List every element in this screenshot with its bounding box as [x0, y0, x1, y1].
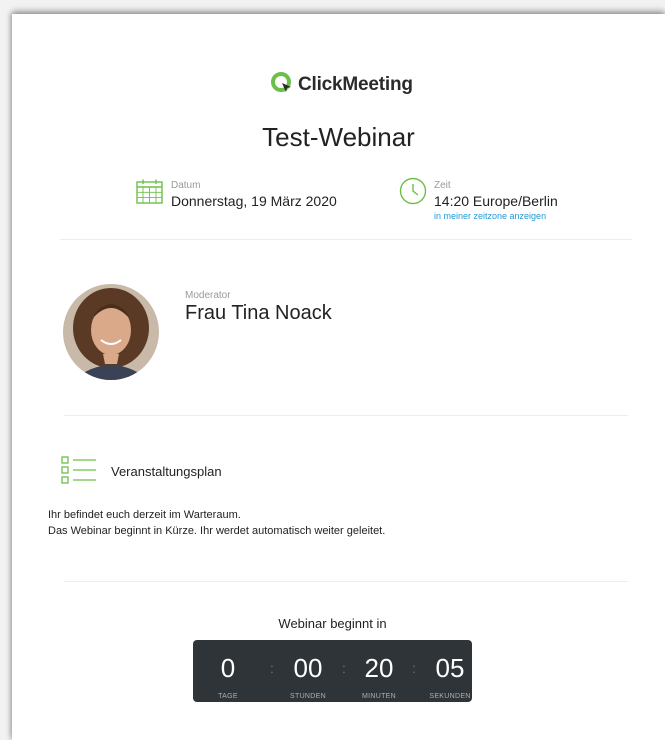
agenda-text: Ihr befindet euch derzeit im Warteraum. … — [48, 507, 385, 539]
countdown-minutes-unit: MINUTEN — [362, 693, 396, 700]
agenda-line: Ihr befindet euch derzeit im Warteraum. — [48, 509, 241, 521]
time-info: Zeit 14:20 Europe/Berlin in meiner zeitz… — [434, 180, 558, 221]
date-info: Datum Donnerstag, 19 März 2020 — [171, 180, 337, 209]
divider — [64, 415, 628, 416]
clickmeeting-logo: ClickMeeting — [270, 71, 413, 100]
clickmeeting-logo-icon — [270, 71, 294, 100]
logo-text: ClickMeeting — [298, 74, 413, 95]
countdown-timer: 0 : 00 : 20 : 05 TAGE STUNDEN MINUTEN SE… — [193, 640, 472, 702]
timezone-link[interactable]: in meiner zeitzone anzeigen — [434, 211, 558, 221]
countdown-hours-unit: STUNDEN — [290, 693, 326, 700]
countdown-days-unit: TAGE — [218, 693, 238, 700]
agenda-line: Das Webinar beginnt in Kürze. Ihr werdet… — [48, 525, 386, 537]
moderator-name: Frau Tina Noack — [185, 302, 332, 324]
webinar-title: Test-Webinar — [262, 122, 415, 152]
countdown-seconds-unit: SEKUNDEN — [429, 693, 471, 700]
countdown-days: 0 — [220, 653, 236, 683]
clock-icon — [399, 177, 427, 210]
divider — [60, 239, 632, 240]
countdown-separator: : — [412, 660, 416, 676]
date-label: Datum — [171, 180, 201, 191]
countdown-hours: 00 — [293, 653, 323, 683]
list-icon — [61, 456, 97, 489]
waiting-room-page: ClickMeeting Test-Webinar Datum Donnerst… — [12, 14, 665, 740]
moderator-avatar — [63, 284, 159, 380]
countdown-minutes: 20 — [364, 653, 394, 683]
agenda-title: Veranstaltungsplan — [111, 464, 222, 479]
countdown-separator: : — [342, 660, 346, 676]
time-label: Zeit — [434, 180, 451, 191]
time-value: 14:20 Europe/Berlin — [434, 193, 558, 209]
date-value: Donnerstag, 19 März 2020 — [171, 193, 337, 209]
moderator-label: Moderator — [185, 290, 231, 301]
countdown-separator: : — [270, 660, 274, 676]
calendar-icon — [136, 179, 163, 209]
countdown-label: Webinar beginnt in — [278, 616, 387, 631]
countdown-seconds: 05 — [435, 653, 465, 683]
divider — [64, 581, 628, 582]
